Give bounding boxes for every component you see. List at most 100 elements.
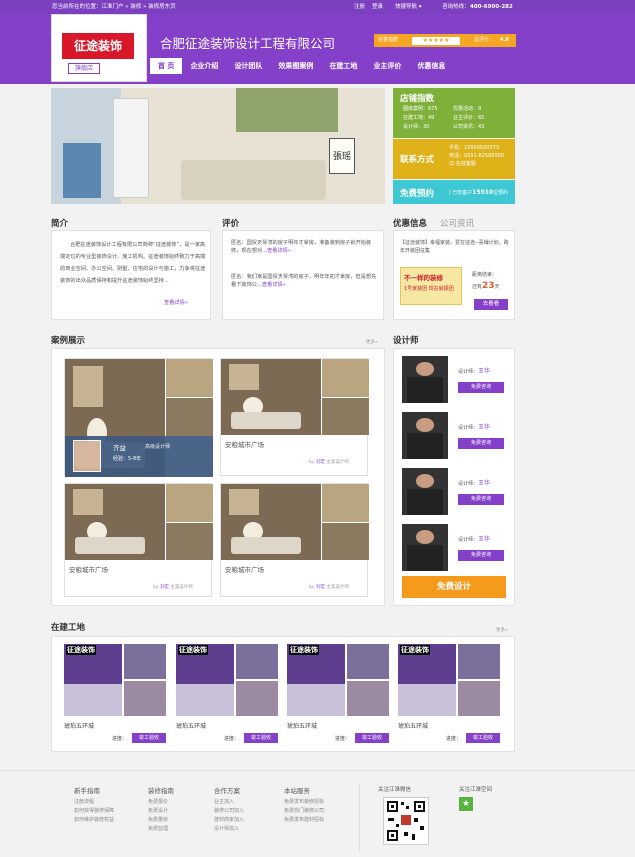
stat-designers[interactable]: 设计师：30 — [403, 123, 438, 132]
site-photo-thumb — [236, 681, 278, 716]
site-name: 琥珀五环城 — [398, 723, 429, 730]
nav-sites[interactable]: 在建工地 — [321, 58, 365, 74]
footer-col-decoration: 装修指南 免费报价 免费设计 免费量房 免费监理 — [148, 785, 174, 834]
designer-name[interactable]: 王华 — [478, 424, 490, 431]
footer-col-services: 本站服务 免费发布装修招标 免费找门装修公司 免费发布建材招标 — [284, 785, 324, 825]
site-progress-label: 进度： — [335, 736, 351, 742]
footer-link[interactable]: 免费监理 — [148, 825, 174, 834]
nav-reviews[interactable]: 业主评价 — [365, 58, 409, 74]
stat-promotions[interactable]: 优惠活动：9 — [453, 105, 484, 114]
footer-link[interactable]: 免费发布装修招标 — [284, 798, 324, 807]
nav-home[interactable]: 首 页 — [150, 58, 183, 74]
consult-button[interactable]: 免费咨询 — [458, 550, 504, 561]
site-item[interactable]: 征途装饰 琥珀五环城 进度： 竣工验收 — [176, 644, 278, 744]
footer-link[interactable]: 建材商家加入 — [214, 816, 244, 825]
hero-banner[interactable]: 張瑶 — [51, 88, 385, 204]
promo-go-button[interactable]: 去看看 — [474, 299, 508, 310]
consult-button[interactable]: 免费咨询 — [458, 382, 504, 393]
review-more-link[interactable]: 查看详情» — [267, 248, 291, 254]
designer-avatar — [73, 440, 101, 472]
designer-photo[interactable] — [402, 524, 448, 571]
footer-link[interactable]: 免费设计 — [148, 807, 174, 816]
booking-count: 15910 — [472, 189, 494, 196]
site-item[interactable]: 征途装饰 琥珀五环城 进度： 竣工验收 — [287, 644, 389, 744]
case-card[interactable]: 安粮城市广场 by 刘宏 主案设计师 — [220, 483, 369, 597]
nav-design-team[interactable]: 设计团队 — [226, 58, 270, 74]
free-design-button[interactable]: 免费设计 — [402, 576, 506, 598]
intro-more-link[interactable]: 查看详情» — [164, 299, 188, 307]
brand-logo[interactable]: 征途装饰 — [62, 33, 134, 59]
stat-cases[interactable]: 图库案例：675 — [403, 105, 438, 114]
mobile-number: 15950920573 — [464, 145, 500, 151]
promo-card: 【征途装饰】幸福家装，爱在征途--喜铺计划，跨年开装团征集 不一样的装修 1号家… — [393, 230, 515, 320]
footer-link[interactable]: 免费发布建材招标 — [284, 816, 324, 825]
remaining-days-text: 还有23天 — [472, 281, 500, 291]
designer-label: 设计师： — [458, 425, 479, 431]
designer-item: 设计师：王华 免费咨询 — [402, 524, 512, 574]
site-photo-logo: 征途装饰 — [66, 645, 96, 655]
designer-photo[interactable] — [402, 468, 448, 515]
site-photo-thumb — [124, 644, 166, 679]
case-title[interactable]: 安粮城市广场 — [225, 564, 264, 574]
breadcrumb: 您当前所在的位置：江淮门户 » 装修 » 装修房东页 — [52, 4, 176, 10]
footer-link[interactable]: 装修公司加入 — [214, 807, 244, 816]
footer-col-title: 装修指南 — [148, 787, 174, 795]
site-status-button[interactable]: 竣工验收 — [466, 733, 500, 743]
designer-name[interactable]: 王华 — [478, 368, 490, 375]
promo-tab-news[interactable]: 公司资讯 — [440, 217, 474, 229]
footer-link[interactable]: 注册流程 — [74, 798, 114, 807]
qq-chat[interactable]: ☺ 在线客服 — [449, 160, 504, 168]
cases-more-link[interactable]: 更多» — [366, 339, 378, 345]
footer-col-cooperation: 合作方案 业主加入 装修公司加入 建材商家加入 设计师加入 — [214, 785, 244, 834]
site-progress-label: 进度： — [446, 736, 462, 742]
star-icon[interactable]: ★ — [459, 797, 473, 811]
case-card[interactable]: 齐益 高级设计师 经验：5-8年 — [64, 358, 213, 477]
sites-more-link[interactable]: 更多» — [496, 627, 508, 633]
nav-promotions[interactable]: 优惠信息 — [409, 58, 453, 74]
site-status-button[interactable]: 竣工验收 — [244, 733, 278, 743]
qr-code-icon — [383, 797, 429, 845]
promo-headline[interactable]: 【征途装饰】幸福家装，爱在征途--喜铺计划，跨年开装团征集 — [400, 239, 512, 255]
quick-nav-menu[interactable]: 快捷导航 ▾ — [395, 0, 422, 14]
login-link[interactable]: 登录 — [372, 0, 383, 14]
nav-cases[interactable]: 效果图案例 — [270, 58, 321, 74]
stat-reviews[interactable]: 业主评价：65 — [453, 114, 484, 123]
promo-poster[interactable]: 不一样的装修 1号家装团 现在就报团 — [400, 267, 462, 305]
stat-sites[interactable]: 在建工地：49 — [403, 114, 438, 123]
case-card[interactable]: 安粮城市广场 by 刘宏 主案设计师 — [64, 483, 213, 597]
designer-name[interactable]: 王华 — [478, 480, 490, 487]
top-bar: 您当前所在的位置：江淮门户 » 装修 » 装修房东页 注册 登录 快捷导航 ▾ … — [0, 0, 635, 14]
nav-company-intro[interactable]: 企业介绍 — [182, 58, 226, 74]
register-link[interactable]: 注册 — [354, 0, 365, 14]
case-title[interactable]: 安粮城市广场 — [225, 439, 264, 449]
footer-link[interactable]: 设计师加入 — [214, 825, 244, 834]
footer-link[interactable]: 免费报价 — [148, 798, 174, 807]
site-status-button[interactable]: 竣工验收 — [132, 733, 166, 743]
footer-link[interactable]: 如何获得装修保障 — [74, 807, 114, 816]
site-item[interactable]: 征途装饰 琥珀五环城 进度： 竣工验收 — [64, 644, 166, 744]
promo-tab-active[interactable]: 优惠信息 — [393, 217, 427, 229]
stat-news[interactable]: 公司资讯：43 — [453, 123, 484, 132]
site-photo-thumb — [347, 644, 389, 679]
case-card[interactable]: 安粮城市广场 by 刘宏 主案设计师 — [220, 358, 369, 476]
case-title[interactable]: 安粮城市广场 — [69, 564, 108, 574]
site-status-button[interactable]: 竣工验收 — [355, 733, 389, 743]
case-photo-main — [65, 484, 165, 560]
footer-link[interactable]: 免费找门装修公司 — [284, 807, 324, 816]
designer-label: 设计师： — [458, 537, 479, 543]
site-progress-label: 进度： — [112, 736, 128, 742]
designer-item: 设计师：王华 免费咨询 — [402, 412, 512, 462]
site-item[interactable]: 征途装饰 琥珀五环城 进度： 竣工验收 — [398, 644, 500, 744]
consult-button[interactable]: 免费咨询 — [458, 438, 504, 449]
designer-photo[interactable] — [402, 356, 448, 403]
footer-link[interactable]: 如何维护装修权益 — [74, 816, 114, 825]
reviews-card: 匿名：国贸天琴湾的房子明年才拿房，准备装到房子就开始装修，现在想对...查看详情… — [222, 230, 384, 320]
free-booking-panel[interactable]: 免费预约 | 已有客户15910位预约 — [393, 180, 515, 204]
designer-photo[interactable] — [402, 412, 448, 459]
consult-button[interactable]: 免费咨询 — [458, 494, 504, 505]
footer-link[interactable]: 免费量房 — [148, 816, 174, 825]
designer-label: 设计师： — [458, 369, 479, 375]
footer-link[interactable]: 业主加入 — [214, 798, 244, 807]
review-more-link[interactable]: 查看详情» — [262, 282, 286, 288]
designer-name[interactable]: 王华 — [478, 536, 490, 543]
